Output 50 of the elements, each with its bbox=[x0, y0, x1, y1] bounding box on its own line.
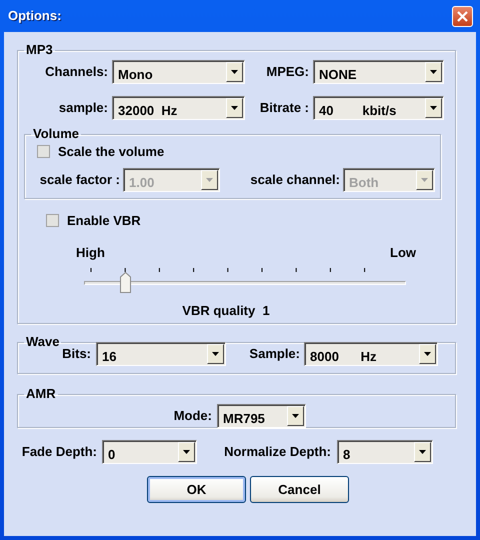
slider-label: Low bbox=[390, 244, 416, 262]
caret-icon bbox=[206, 178, 213, 182]
dialog-button[interactable]: OK bbox=[147, 476, 246, 503]
dropdown[interactable]: NONE bbox=[313, 60, 444, 84]
field-label: Channels: bbox=[44, 63, 108, 82]
caret-icon bbox=[421, 178, 428, 182]
field-label: scale channel: bbox=[249, 170, 340, 189]
caret-icon bbox=[419, 450, 426, 454]
dropdown: Both bbox=[343, 168, 435, 192]
window-title: Options: bbox=[8, 7, 62, 26]
caret-icon bbox=[430, 70, 437, 74]
field-label: Bitrate : bbox=[258, 99, 309, 118]
caret-icon bbox=[212, 352, 219, 356]
checkbox-label: Enable VBR bbox=[67, 212, 141, 230]
caret-icon bbox=[292, 414, 299, 418]
caret-icon bbox=[231, 106, 238, 110]
field-label: Fade Depth: bbox=[20, 443, 97, 462]
checkbox[interactable] bbox=[46, 214, 59, 228]
close-button[interactable] bbox=[452, 6, 473, 26]
dropdown[interactable]: Mono bbox=[112, 60, 245, 84]
field-label: Normalize Depth: bbox=[223, 443, 331, 462]
dropdown[interactable]: 32000 Hz bbox=[112, 96, 245, 120]
dropdown[interactable]: 16 bbox=[96, 342, 226, 366]
close-icon bbox=[457, 10, 468, 22]
caret-icon bbox=[183, 450, 190, 454]
field-label: MPEG: bbox=[265, 63, 309, 82]
checkbox[interactable] bbox=[37, 145, 50, 158]
slider-thumb[interactable] bbox=[120, 272, 131, 293]
dropdown[interactable]: 40 kbit/s bbox=[313, 96, 444, 120]
dropdown: 1.00 bbox=[123, 168, 220, 192]
field-label: scale factor : bbox=[38, 170, 120, 189]
dropdown[interactable]: 8000 Hz bbox=[304, 342, 438, 366]
caret-icon bbox=[231, 70, 238, 74]
group-label: Wave bbox=[25, 334, 60, 350]
field-label: Mode: bbox=[172, 407, 212, 426]
group-label: MP3 bbox=[25, 42, 54, 58]
dialog-button[interactable]: Cancel bbox=[250, 476, 349, 503]
field-label: sample: bbox=[58, 99, 108, 118]
dropdown[interactable]: 0 bbox=[102, 440, 197, 464]
caret-icon bbox=[424, 352, 431, 356]
slider-label: High bbox=[76, 244, 105, 262]
field-label: Sample: bbox=[248, 345, 300, 364]
caret-icon bbox=[430, 106, 437, 110]
slider-value-text: VBR quality 1 bbox=[182, 303, 270, 318]
field-label: Bits: bbox=[61, 345, 91, 364]
checkbox-label: Scale the volume bbox=[58, 143, 164, 161]
group-label: AMR bbox=[25, 386, 57, 402]
group-label: Volume bbox=[32, 126, 80, 142]
dropdown[interactable]: 8 bbox=[337, 440, 433, 464]
dropdown[interactable]: MR795 bbox=[217, 404, 306, 428]
